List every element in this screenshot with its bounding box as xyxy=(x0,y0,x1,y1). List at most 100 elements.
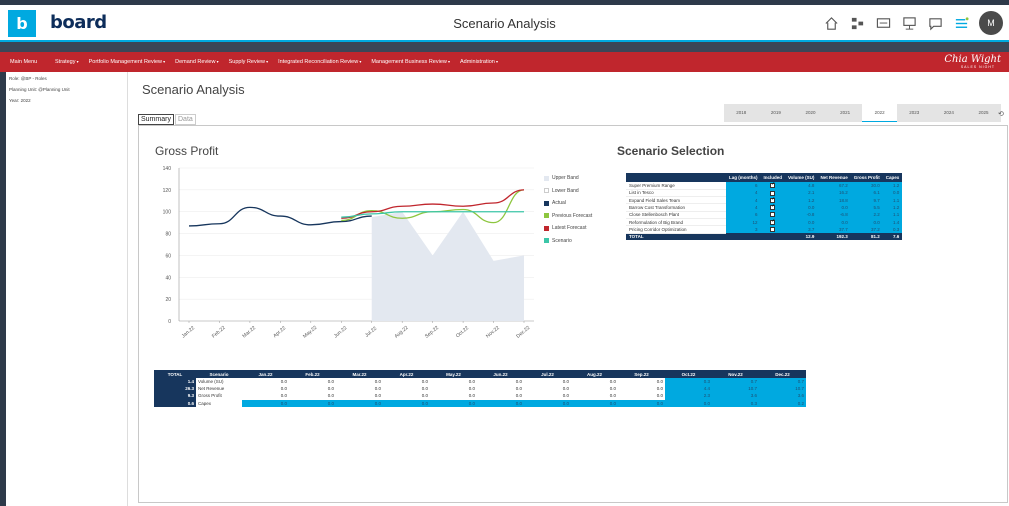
menu-item-supply[interactable]: Supply Review xyxy=(229,59,269,65)
screen-icon[interactable] xyxy=(875,15,891,31)
table-cell[interactable]: 0.0 xyxy=(571,378,618,386)
x-tick-label: May.22 xyxy=(302,325,318,340)
column-header: Gross Profit xyxy=(850,173,883,182)
table-cell[interactable]: 0.0 xyxy=(336,399,383,407)
menu-item-portfolio[interactable]: Portfolio Management Review xyxy=(89,59,166,65)
main-menu-link[interactable]: Main Menu xyxy=(0,59,55,65)
menu-item-strategy[interactable]: Strategy xyxy=(55,59,79,65)
table-row: Super Premium Range6 4.867.230.01.2 xyxy=(626,181,903,190)
included-checkbox[interactable] xyxy=(770,181,775,189)
table-cell[interactable]: 4.4 xyxy=(665,385,712,393)
table-cell[interactable]: 0.0 xyxy=(524,399,571,407)
table-row: Close Stellenbosch Plant 6 -0.8 -6.8 2.2 1.1 xyxy=(626,211,903,220)
table-cell[interactable]: 0.0 xyxy=(242,399,289,407)
table-cell[interactable]: 0.0 xyxy=(618,385,665,393)
user-avatar[interactable]: M xyxy=(979,11,1003,35)
table-cell[interactable]: 0.0 xyxy=(571,385,618,393)
total-cell: 81.2 xyxy=(850,233,883,241)
table-cell[interactable]: 3.6 xyxy=(712,392,759,400)
table-cell[interactable]: 0.0 xyxy=(289,385,336,393)
table-cell[interactable]: 0.3 xyxy=(712,399,759,407)
brand-subtitle: SALES NIGHT xyxy=(960,65,995,69)
table-cell[interactable]: 0.0 xyxy=(571,392,618,400)
table-cell[interactable]: 0.0 xyxy=(242,392,289,400)
table-cell[interactable]: 0.0 xyxy=(336,378,383,386)
x-tick-label: Dec.22 xyxy=(515,325,531,340)
menu-item-management[interactable]: Management Business Review xyxy=(371,59,450,65)
menu-item-demand[interactable]: Demand Review xyxy=(175,59,218,65)
home-icon[interactable] xyxy=(823,15,839,31)
included-checkbox[interactable] xyxy=(770,227,776,233)
table-cell[interactable]: 0.0 xyxy=(242,378,289,386)
table-cell[interactable]: 0.0 xyxy=(477,378,524,386)
menu-item-reconciliation[interactable]: Integrated Reconciliation Review xyxy=(278,59,361,65)
tab-data[interactable]: Data xyxy=(175,114,196,125)
table-cell[interactable]: 0.0 xyxy=(383,399,430,407)
table-cell[interactable]: 0.2 xyxy=(759,399,806,407)
table-cell[interactable]: 0.0 xyxy=(524,385,571,393)
menu-icon[interactable] xyxy=(953,15,969,31)
table-cell[interactable]: 0.0 xyxy=(618,399,665,407)
table-cell[interactable]: 0.0 xyxy=(571,399,618,407)
included-checkbox[interactable] xyxy=(770,196,775,203)
column-header: Apr.22 xyxy=(383,370,430,378)
tab-summary[interactable]: Summary xyxy=(138,114,174,125)
year-tab-2024[interactable]: 2024 xyxy=(932,104,967,122)
table-cell[interactable]: 0.0 xyxy=(477,385,524,393)
table-cell[interactable]: 0.0 xyxy=(618,378,665,386)
x-tick-label: Sep.22 xyxy=(424,325,440,340)
table-cell[interactable]: 3.6 xyxy=(759,392,806,400)
table-cell[interactable]: 0.7 xyxy=(712,378,759,386)
table-cell[interactable]: 0.0 xyxy=(430,399,477,407)
included-checkbox-cell[interactable] xyxy=(760,203,786,212)
table-cell[interactable]: 10.7 xyxy=(759,385,806,393)
included-checkbox-cell[interactable] xyxy=(760,181,786,190)
table-cell[interactable]: 0.0 xyxy=(289,392,336,400)
column-header: Jul.22 xyxy=(524,370,571,378)
table-cell[interactable]: 0.0 xyxy=(477,399,524,407)
total-cell: 12.9 xyxy=(785,233,818,241)
table-cell[interactable]: 0.0 xyxy=(336,392,383,400)
table-cell[interactable]: 0.0 xyxy=(430,385,477,393)
table-cell: 0.0 xyxy=(817,203,851,212)
table-cell[interactable]: 0.0 xyxy=(524,392,571,400)
table-cell[interactable]: 2.3 xyxy=(665,392,712,400)
hierarchy-icon[interactable] xyxy=(849,15,865,31)
year-tab-2020[interactable]: 2020 xyxy=(793,104,828,122)
legend-item: Scenario xyxy=(544,235,592,248)
table-cell[interactable]: 0.0 xyxy=(383,378,430,386)
included-checkbox-cell[interactable] xyxy=(760,218,786,226)
table-cell[interactable]: 0.0 xyxy=(289,399,336,407)
year-tab-2018[interactable]: 2018 xyxy=(724,104,759,122)
year-tab-2023[interactable]: 2023 xyxy=(897,104,932,122)
included-checkbox[interactable] xyxy=(770,218,775,225)
year-tab-2022[interactable]: 2022 xyxy=(862,104,897,122)
presentation-icon[interactable] xyxy=(901,15,917,31)
year-tab-2021[interactable]: 2021 xyxy=(828,104,863,122)
refresh-icon[interactable]: ⟲ xyxy=(998,110,1004,118)
table-cell[interactable]: 0.0 xyxy=(524,378,571,386)
table-cell[interactable]: 0.3 xyxy=(665,378,712,386)
included-checkbox-cell[interactable] xyxy=(760,225,786,234)
table-cell: 0.0 xyxy=(817,218,851,226)
chat-icon[interactable] xyxy=(927,15,943,31)
included-checkbox[interactable] xyxy=(770,203,775,211)
table-cell[interactable]: 0.0 xyxy=(383,392,430,400)
table-cell[interactable]: 0.0 xyxy=(336,385,383,393)
table-cell[interactable]: 0.0 xyxy=(430,378,477,386)
included-checkbox[interactable] xyxy=(770,190,776,196)
table-cell[interactable]: 0.7 xyxy=(759,378,806,386)
table-cell[interactable]: 0.0 xyxy=(665,399,712,407)
table-cell[interactable]: 0.0 xyxy=(383,385,430,393)
table-cell[interactable]: 0.0 xyxy=(430,392,477,400)
menu-item-administration[interactable]: Administration xyxy=(460,59,498,65)
included-checkbox[interactable] xyxy=(770,212,776,218)
table-cell[interactable]: 10.7 xyxy=(712,385,759,393)
legend-item: Actual xyxy=(544,197,592,210)
table-cell[interactable]: 0.0 xyxy=(289,378,336,386)
table-cell[interactable]: 0.0 xyxy=(242,385,289,393)
year-tab-2025[interactable]: 2025 xyxy=(966,104,1001,122)
year-tab-2019[interactable]: 2019 xyxy=(759,104,794,122)
table-cell[interactable]: 0.0 xyxy=(477,392,524,400)
table-cell[interactable]: 0.0 xyxy=(618,392,665,400)
